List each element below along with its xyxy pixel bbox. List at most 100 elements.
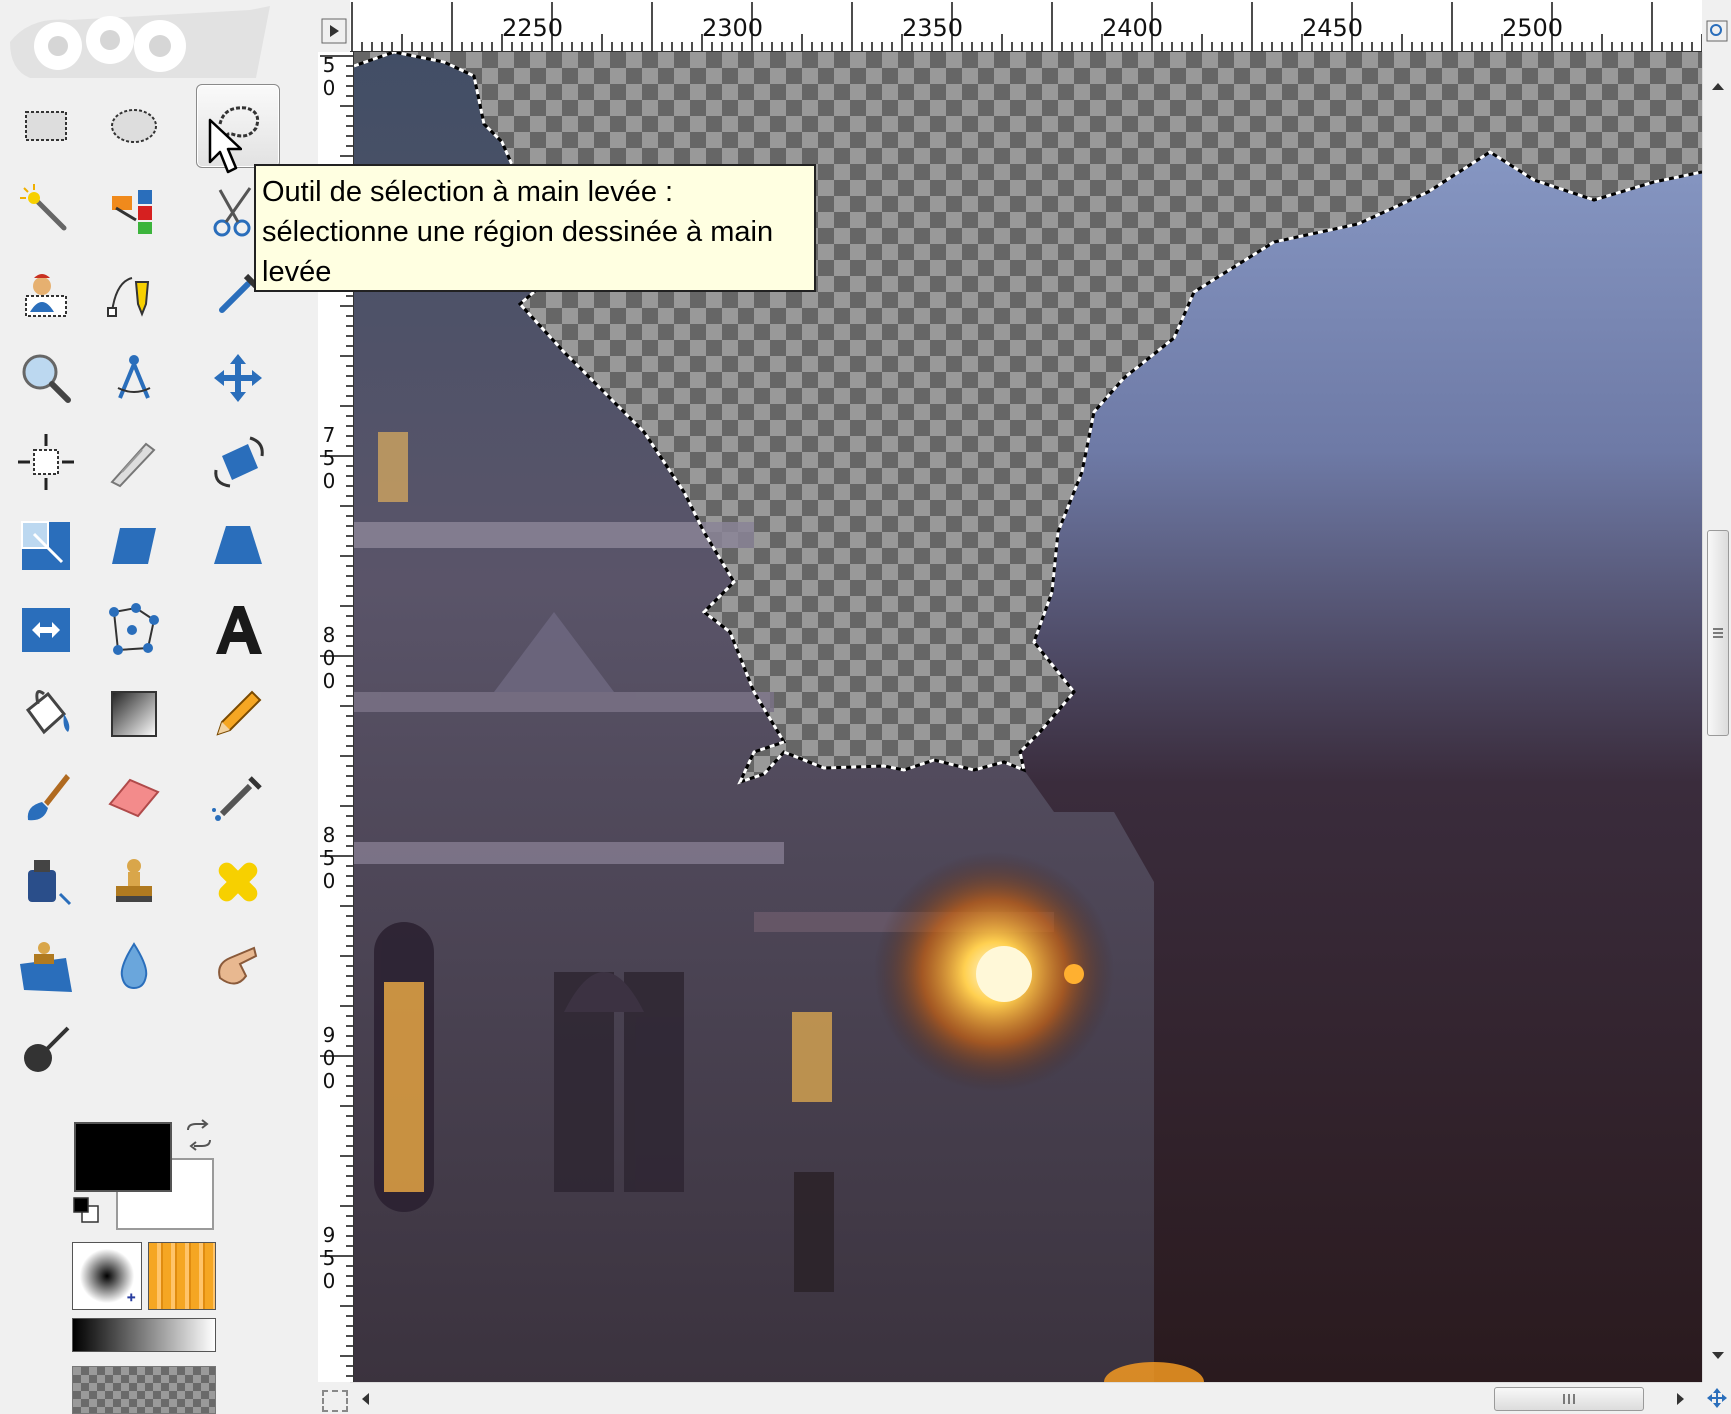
dodge-burn-tool[interactable] <box>4 1008 88 1092</box>
perspective-clone-tool[interactable] <box>4 924 88 1008</box>
blur-sharpen-tool[interactable] <box>92 924 176 1008</box>
grip-icon <box>1563 1394 1575 1404</box>
cage-tool[interactable] <box>92 588 176 672</box>
flip-tool[interactable] <box>4 588 88 672</box>
airbrush-icon <box>212 776 262 821</box>
ruler-label: 2450 <box>1302 14 1364 42</box>
ruler-digit: 7 <box>322 423 336 447</box>
ruler-digit: 9 <box>322 1023 336 1047</box>
align-icon <box>18 434 74 490</box>
flip-icon <box>22 608 70 652</box>
triangle-right-icon <box>321 18 347 44</box>
water-drop-icon <box>120 942 148 990</box>
pencil-tool[interactable] <box>196 672 280 756</box>
grip-icon <box>1713 628 1723 638</box>
paintbrush-icon <box>27 774 70 821</box>
pattern-preview[interactable] <box>148 1242 216 1310</box>
ruler-label: 8 5 0 <box>322 824 336 893</box>
horizontal-scrollbar[interactable] <box>350 1382 1702 1414</box>
magic-wand-icon <box>20 184 67 231</box>
horizontal-scroll-thumb[interactable] <box>1494 1387 1644 1411</box>
ruler-digit: 5 <box>322 53 336 77</box>
brush-preview[interactable] <box>72 1242 142 1310</box>
image-thumbnail[interactable] <box>72 1366 216 1414</box>
ruler-digit: 5 <box>322 1246 336 1270</box>
perspective-tool[interactable] <box>196 504 280 588</box>
navigate-arrows-icon <box>1706 1388 1727 1408</box>
eraser-icon <box>108 778 160 818</box>
ruler-digit: 8 <box>322 823 336 847</box>
ruler-label: 2300 <box>702 14 764 42</box>
paths-pen-icon <box>107 277 150 317</box>
gradient-preview[interactable] <box>72 1318 216 1352</box>
scroll-right-button[interactable] <box>1666 1383 1696 1414</box>
ruler-label: 5 0 <box>322 54 336 100</box>
navigate-button[interactable] <box>1702 1382 1731 1414</box>
ink-tool[interactable] <box>4 840 88 924</box>
text-tool[interactable] <box>196 588 280 672</box>
text-a-icon <box>216 606 262 654</box>
blend-tool[interactable] <box>92 672 176 756</box>
vertical-scrollbar[interactable] <box>1702 52 1731 1382</box>
eraser-tool[interactable] <box>92 756 176 840</box>
crop-knife-icon <box>110 442 156 488</box>
magnifier-icon <box>22 354 71 403</box>
gimp-window: 2250 2300 2350 2400 2450 2500 5 0 7 5 0 … <box>0 0 1731 1414</box>
crop-tool[interactable] <box>92 420 176 504</box>
menu-arrow-button[interactable] <box>318 14 350 48</box>
arrow-up-icon <box>1711 83 1724 90</box>
move-tool[interactable] <box>196 336 280 420</box>
horizontal-ruler: 2250 2300 2350 2400 2450 2500 <box>350 0 1702 52</box>
ellipse-select-tool[interactable] <box>92 84 176 168</box>
clone-stamp-icon <box>116 859 152 902</box>
scroll-left-button[interactable] <box>350 1383 380 1414</box>
select-by-color-tool[interactable] <box>92 168 176 252</box>
measure-tool[interactable] <box>92 336 176 420</box>
pencil-icon <box>216 690 262 736</box>
ruler-digit: 0 <box>322 469 336 493</box>
ruler-label: 2350 <box>902 14 964 42</box>
arrow-left-icon <box>362 1393 369 1405</box>
rect-select-tool[interactable] <box>4 84 88 168</box>
cage-icon <box>109 603 159 655</box>
scroll-down-button[interactable] <box>1703 1342 1731 1370</box>
swap-colors-icon[interactable] <box>182 1118 216 1152</box>
paintbrush-tool[interactable] <box>4 756 88 840</box>
arrow-right-icon <box>1677 1393 1684 1405</box>
rotate-tool[interactable] <box>196 420 280 504</box>
ruler-label: 8 0 0 <box>322 624 336 693</box>
shear-icon <box>112 528 156 564</box>
zoom-tool[interactable] <box>4 336 88 420</box>
ruler-digit: 9 <box>322 1223 336 1247</box>
ellipse-select-icon <box>111 109 157 143</box>
heal-tool[interactable] <box>196 840 280 924</box>
ruler-label: 9 0 0 <box>322 1024 336 1093</box>
ruler-digit: 0 <box>322 869 336 893</box>
ruler-label: 2250 <box>502 14 564 42</box>
vertical-scroll-thumb[interactable] <box>1707 530 1729 736</box>
airbrush-tool[interactable] <box>196 756 280 840</box>
zoom-button[interactable] <box>1702 14 1731 48</box>
quick-mask-toggle[interactable] <box>322 1390 348 1412</box>
smudge-tool[interactable] <box>196 924 280 1008</box>
zoom-magnifier-icon <box>1706 20 1727 42</box>
tooltip-line: Outil de sélection à main levée : <box>262 176 674 208</box>
ruler-digit: 0 <box>322 669 336 693</box>
fuzzy-select-tool[interactable] <box>4 168 88 252</box>
tooltip-line: sélectionne une région dessinée à main <box>262 216 774 248</box>
gradient-icon <box>111 691 157 737</box>
scale-tool[interactable] <box>4 504 88 588</box>
ruler-digit: 8 <box>322 623 336 647</box>
bucket-fill-tool[interactable] <box>4 672 88 756</box>
shear-tool[interactable] <box>92 504 176 588</box>
foreground-color-swatch[interactable] <box>74 1122 172 1192</box>
ruler-label: 7 5 0 <box>322 424 336 493</box>
align-tool[interactable] <box>4 420 88 504</box>
foreground-select-icon <box>25 274 67 317</box>
default-colors-icon[interactable] <box>72 1196 102 1226</box>
clone-tool[interactable] <box>92 840 176 924</box>
foreground-select-tool[interactable] <box>4 252 88 336</box>
paths-tool[interactable] <box>92 252 176 336</box>
arrow-down-icon <box>1711 1352 1724 1359</box>
scroll-up-button[interactable] <box>1703 72 1731 100</box>
